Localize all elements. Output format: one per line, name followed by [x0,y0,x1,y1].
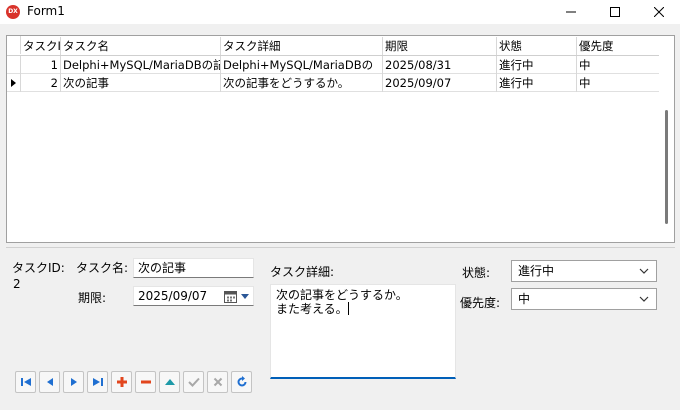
task-detail-label: タスク詳細: [270,265,335,279]
table-row[interactable]: 2 次の記事 次の記事をどうするか。 2025/09/07 進行中 中 [7,74,660,92]
due-label: 期限: [78,291,107,305]
first-record-button[interactable] [15,371,36,393]
column-header-due[interactable]: 期限 [383,37,497,55]
grid-header: タスクID タスク名 タスク詳細 期限 状態 優先度 [7,36,660,56]
cell-task-name[interactable]: Delphi+MySQL/MariaDBの記事作 [61,56,221,74]
due-date-picker[interactable]: 2025/09/07 [133,286,254,306]
close-button[interactable] [636,0,680,24]
calendar-icon [224,291,237,303]
status-label: 状態: [462,266,491,280]
scrollbar-thumb[interactable] [665,110,668,224]
priority-select[interactable]: 中 [511,288,657,310]
chevron-down-icon [639,296,649,302]
task-name-label: タスク名: [76,261,129,275]
cell-due[interactable]: 2025/09/07 [383,74,497,92]
cell-due[interactable]: 2025/08/31 [383,56,497,74]
maximize-icon [610,7,620,17]
first-icon [20,378,31,386]
grid-vertical-scrollbar[interactable] [659,36,674,242]
app-icon: DX [6,5,20,19]
column-header-task-detail[interactable]: タスク詳細 [221,37,383,55]
text-caret [347,302,349,315]
prior-icon [46,378,53,386]
post-icon [187,377,200,387]
cell-priority[interactable]: 中 [577,56,660,74]
prior-record-button[interactable] [39,371,60,393]
task-detail-memo[interactable]: 次の記事をどうするか。 また考える。 [270,284,456,379]
memo-line-with-caret: また考える。 [276,302,450,316]
insert-icon [116,377,127,387]
cell-task-name[interactable]: 次の記事 [61,74,221,92]
refresh-icon [237,376,246,387]
title-bar: DX Form1 [0,0,680,24]
post-record-button[interactable] [183,371,204,393]
chevron-down-icon [639,268,649,274]
minimize-button[interactable] [548,0,594,24]
last-record-button[interactable] [87,371,108,393]
cell-task-id[interactable]: 2 [21,74,61,92]
column-header-status[interactable]: 状態 [497,37,577,55]
minimize-icon [566,11,576,13]
column-header-task-name[interactable]: タスク名 [61,37,221,55]
status-selected-value: 進行中 [518,264,555,278]
cancel-icon [213,377,222,387]
column-header-priority[interactable]: 優先度 [577,37,660,55]
window-title: Form1 [27,4,65,18]
delete-record-button[interactable] [135,371,156,393]
column-header-task-id[interactable]: タスクID [21,37,61,55]
task-id-value: 2 [13,277,21,291]
delete-icon [140,380,151,384]
insert-record-button[interactable] [111,371,132,393]
last-icon [92,378,103,386]
priority-selected-value: 中 [518,292,531,306]
task-grid[interactable]: タスクID タスク名 タスク詳細 期限 状態 優先度 1 Delphi+MySQ… [6,35,675,243]
row-indicator[interactable] [7,74,21,92]
next-record-button[interactable] [63,371,84,393]
cell-task-detail[interactable]: Delphi+MySQL/MariaDBの [221,56,383,74]
refresh-button[interactable] [231,371,252,393]
db-navigator [15,371,252,394]
edit-icon [164,379,175,385]
current-row-arrow-icon [11,79,16,87]
cell-status[interactable]: 進行中 [497,56,577,74]
close-icon [654,7,664,17]
cancel-record-button[interactable] [207,371,228,393]
cell-priority[interactable]: 中 [577,74,660,92]
maximize-button[interactable] [592,0,638,24]
task-name-field[interactable]: 次の記事 [133,258,254,278]
due-date-value: 2025/09/07 [138,289,208,303]
table-row[interactable]: 1 Delphi+MySQL/MariaDBの記事作 Delphi+MySQL/… [7,56,660,74]
task-id-label: タスクID: [12,261,65,275]
cell-task-detail[interactable]: 次の記事をどうするか。 [221,74,383,92]
status-select[interactable]: 進行中 [511,260,657,282]
priority-label: 優先度: [460,296,501,310]
memo-line: 次の記事をどうするか。 [276,288,408,302]
edit-record-button[interactable] [159,371,180,393]
memo-line: また考える。 [276,302,348,316]
date-dropdown-icon[interactable] [241,294,249,299]
cell-status[interactable]: 進行中 [497,74,577,92]
next-icon [70,378,77,386]
cell-task-id[interactable]: 1 [21,56,61,74]
header-indicator [7,36,21,54]
row-indicator[interactable] [7,56,21,74]
